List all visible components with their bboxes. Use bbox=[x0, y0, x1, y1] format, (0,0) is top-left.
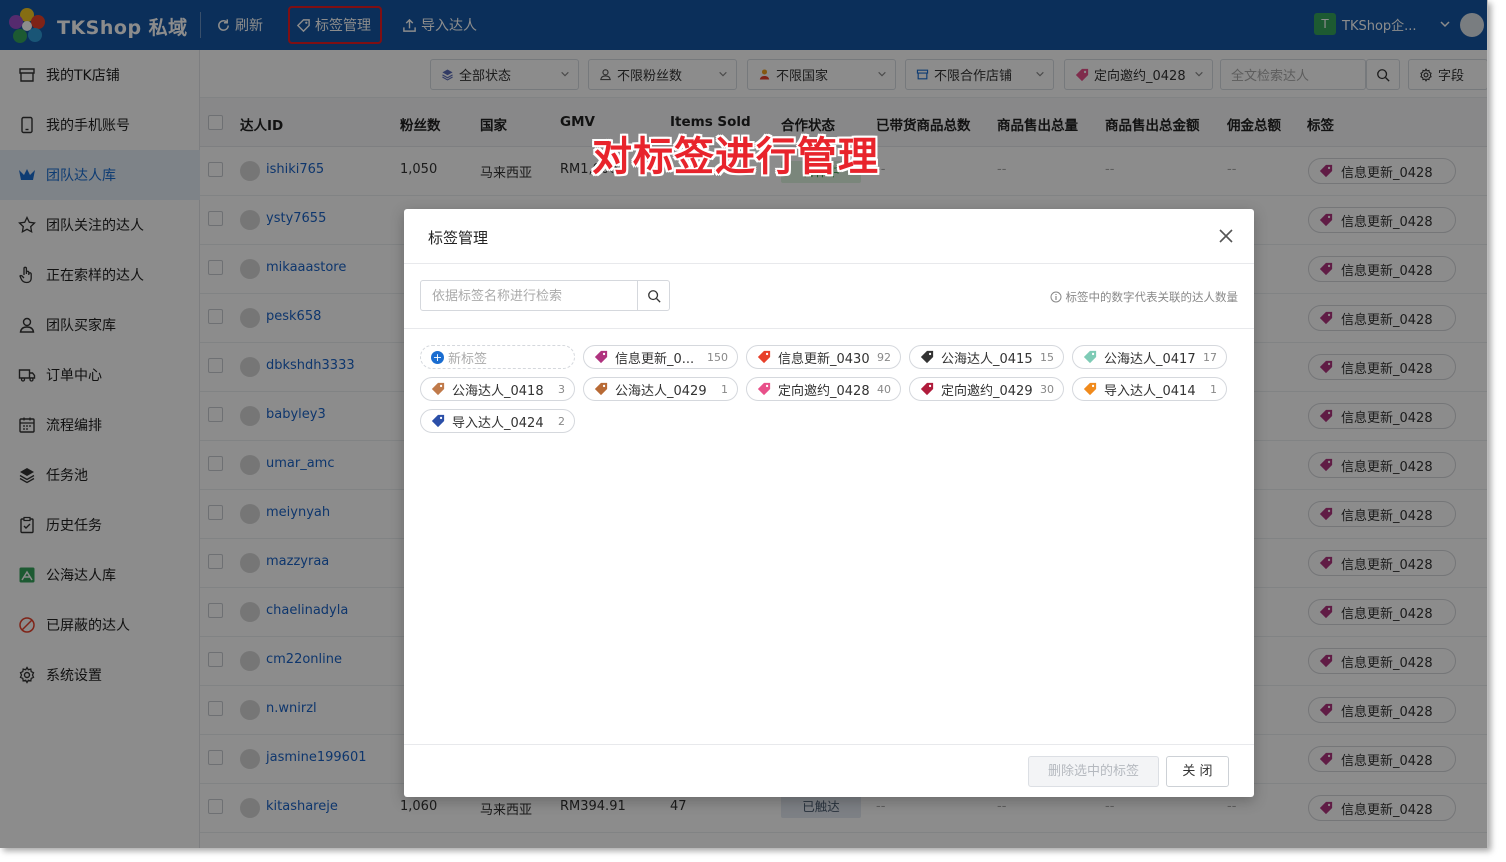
tag-chip-label: 定向邀约_0428 bbox=[778, 383, 870, 399]
tag-chip-label: 信息更新_0... bbox=[615, 351, 695, 367]
tag-chip[interactable]: 信息更新_0430 92 bbox=[746, 345, 901, 369]
tag-chip-label: 公海达人_0429 bbox=[615, 383, 707, 399]
plus-icon: + bbox=[431, 350, 444, 364]
modal-footer: 删除选中的标签 关 闭 bbox=[404, 744, 1254, 797]
modal-title: 标签管理 bbox=[428, 229, 489, 247]
delete-selected-tags-button[interactable]: 删除选中的标签 bbox=[1028, 756, 1159, 787]
tag-chip-label: 公海达人_0418 bbox=[452, 383, 544, 399]
tag-chip[interactable]: 公海达人_0429 1 bbox=[583, 377, 738, 401]
tag-chip[interactable]: 导入达人_0424 2 bbox=[420, 409, 575, 433]
modal-header: 标签管理 bbox=[404, 209, 1254, 264]
new-tag-button[interactable]: + 新标签 bbox=[420, 345, 575, 369]
tag-search-button[interactable] bbox=[637, 281, 669, 310]
tag-management-modal: 标签管理 标签中的数字代表关联的达人数量 + 新标签 信息更新_0...150信… bbox=[404, 209, 1254, 797]
search-icon bbox=[647, 289, 661, 303]
tag-chip-count: 17 bbox=[1203, 350, 1217, 364]
tag-chip-count: 1 bbox=[1210, 382, 1217, 396]
tag-icon bbox=[594, 350, 608, 364]
tag-chip-count: 40 bbox=[877, 382, 891, 396]
tag-chip-count: 3 bbox=[558, 382, 565, 396]
tag-icon bbox=[920, 350, 934, 364]
tag-icon bbox=[1083, 382, 1097, 396]
close-icon[interactable] bbox=[1216, 226, 1236, 246]
tag-chip[interactable]: 公海达人_0418 3 bbox=[420, 377, 575, 401]
tag-chip-label: 导入达人_0414 bbox=[1104, 383, 1196, 399]
tag-chip-count: 92 bbox=[877, 350, 891, 364]
tag-icon bbox=[920, 382, 934, 396]
tag-chip[interactable]: 导入达人_0414 1 bbox=[1072, 377, 1227, 401]
tag-icon bbox=[757, 350, 771, 364]
tag-chip[interactable]: 公海达人_0417 17 bbox=[1072, 345, 1227, 369]
tag-chip-count: 15 bbox=[1040, 350, 1054, 364]
tag-chip[interactable]: 定向邀约_0428 40 bbox=[746, 377, 901, 401]
tag-icon bbox=[757, 382, 771, 396]
new-tag-label: 新标签 bbox=[448, 351, 488, 367]
info-icon bbox=[1050, 291, 1061, 303]
tag-chip-count: 1 bbox=[721, 382, 728, 396]
modal-divider bbox=[404, 328, 1254, 329]
tag-search-box bbox=[420, 280, 670, 311]
tag-chip-count: 30 bbox=[1040, 382, 1054, 396]
tag-chip-label: 定向邀约_0429 bbox=[941, 383, 1033, 399]
tag-chip-label: 导入达人_0424 bbox=[452, 415, 544, 431]
tag-icon bbox=[594, 382, 608, 396]
tag-chip[interactable]: 公海达人_0415 15 bbox=[909, 345, 1064, 369]
tag-count-hint-text: 标签中的数字代表关联的达人数量 bbox=[1065, 290, 1239, 304]
tag-chip-label: 公海达人_0415 bbox=[941, 351, 1033, 367]
tag-icon bbox=[431, 382, 445, 396]
tag-chip[interactable]: 信息更新_0... 150 bbox=[583, 345, 738, 369]
tag-chip[interactable]: 定向邀约_0429 30 bbox=[909, 377, 1064, 401]
tag-icon bbox=[431, 414, 445, 428]
tag-chip-label: 信息更新_0430 bbox=[778, 351, 870, 367]
tag-search-input[interactable] bbox=[421, 281, 638, 310]
tag-chip-label: 公海达人_0417 bbox=[1104, 351, 1196, 367]
annotation-text: 对标签进行管理 bbox=[592, 134, 879, 180]
app-window: TKShop 私域 刷新 标签管理 导入达人 T TKShop企... 我的TK… bbox=[0, 0, 1488, 848]
tag-chip-count: 2 bbox=[558, 414, 565, 428]
tag-chip-count: 150 bbox=[707, 350, 728, 364]
tag-count-hint: 标签中的数字代表关联的达人数量 bbox=[1050, 289, 1239, 305]
tag-icon bbox=[1083, 350, 1097, 364]
close-button[interactable]: 关 闭 bbox=[1166, 756, 1229, 787]
